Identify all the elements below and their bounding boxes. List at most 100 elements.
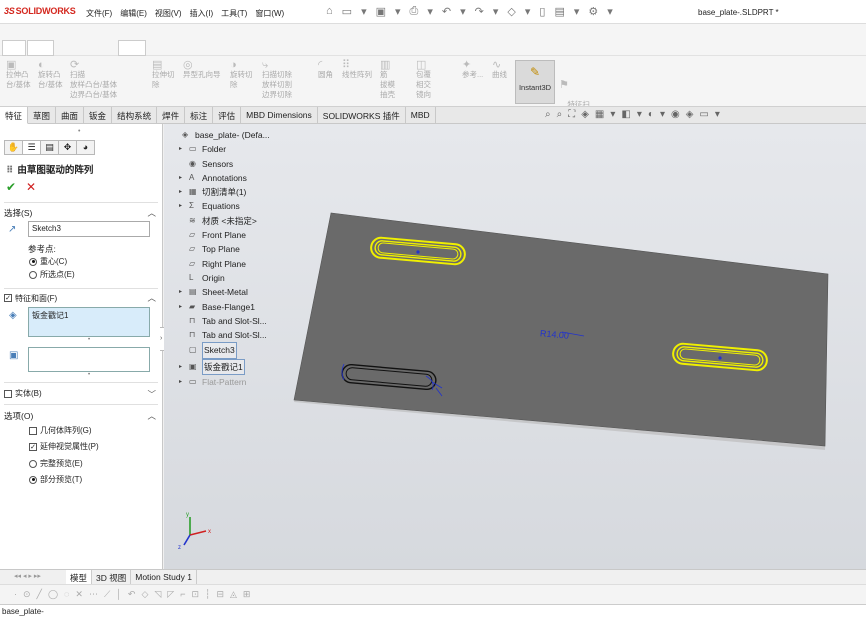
sketch-tool-icon-16[interactable]: ⊟ [216, 589, 224, 600]
tree-item[interactable]: ▸ ▦ 切割清单(1) [172, 185, 270, 199]
menu-item-3[interactable]: 插入(I) [190, 8, 214, 19]
quick-tool-icon-3[interactable]: ▣ [376, 5, 386, 18]
manager-tab-icon-2[interactable]: ▤ [40, 140, 59, 155]
menu-item-0[interactable]: 文件(F) [86, 8, 112, 19]
tree-expand-arrow[interactable]: ▸ [179, 171, 189, 185]
reference-sketch-field[interactable]: Sketch3 [28, 221, 150, 237]
tree-item[interactable]: ≋ 材质 <未指定> [172, 214, 270, 228]
tree-expand-arrow[interactable]: ▸ [179, 360, 189, 374]
tab-3[interactable]: 钣金 [84, 107, 113, 124]
quick-tool-icon-11[interactable]: ◇ [507, 5, 515, 18]
sketch-tool-icon-4[interactable]: ◌ [64, 589, 69, 600]
ref-selected-point-radio[interactable]: 所选点(E) [29, 269, 75, 280]
view-tool-icon-3[interactable]: ◈ [581, 109, 589, 120]
bottom-tab-0[interactable]: 模型 [66, 570, 93, 584]
cancel-button[interactable]: ✕ [26, 180, 36, 194]
view-tool-icon-4[interactable]: ▦ [595, 109, 604, 120]
flyout-toolbar-3[interactable] [118, 40, 146, 56]
sketch-tool-icon-1[interactable]: ⊙ [23, 589, 31, 600]
quick-tool-icon-16[interactable]: ⚙ [588, 5, 598, 18]
command-button-8[interactable]: ⠿ 线性阵列 [342, 60, 372, 80]
command-button-7[interactable]: ◜ 圆角 [318, 60, 333, 80]
tree-item[interactable]: ▸ ▰ Base-Flange1 [172, 300, 270, 314]
command-button-4[interactable]: ◎ 异型孔向导 [183, 60, 221, 80]
tree-item[interactable]: L Origin [172, 271, 270, 285]
quick-tool-icon-8[interactable]: ▾ [460, 5, 466, 18]
command-button-10[interactable]: ◫ 包覆 相交 镜向 [416, 60, 431, 100]
view-tool-icon-12[interactable]: ▭ [699, 109, 708, 120]
command-button-1[interactable]: ◐ 旋转凸 台/基体 [38, 60, 63, 90]
tree-item[interactable]: ▸ ▤ Sheet-Metal [172, 285, 270, 299]
list-resize-grip[interactable]: • [88, 372, 90, 378]
manager-tab-icon-1[interactable]: ☰ [22, 140, 41, 155]
view-tool-icon-0[interactable]: ⌕ [545, 109, 551, 120]
quick-tool-icon-15[interactable]: ▾ [574, 5, 580, 18]
tree-item[interactable]: ◉ Sensors [172, 157, 270, 171]
menu-item-1[interactable]: 编辑(E) [120, 8, 147, 19]
solidworks-logo[interactable]: 3SSOLIDWORKS [4, 6, 76, 16]
manager-tab-icon-0[interactable]: ✋ [4, 140, 23, 155]
command-button-5[interactable]: ◑ 旋转切 除 [230, 60, 253, 90]
features-faces-list[interactable]: 钣金戳记1 [28, 307, 150, 337]
tab-8[interactable]: MBD Dimensions [241, 107, 318, 124]
quick-tool-icon-6[interactable]: ▾ [427, 5, 433, 18]
instant3d-button[interactable]: ✎ Instant3D [515, 60, 555, 104]
quick-tool-icon-13[interactable]: ▯ [539, 5, 545, 18]
tree-item[interactable]: ▱ Top Plane [172, 242, 270, 256]
quick-tool-icon-9[interactable]: ↷ [475, 5, 484, 18]
tree-item[interactable]: ⊓ Tab and Slot-Sl... [172, 314, 270, 328]
view-tool-icon-7[interactable]: ▾ [637, 109, 642, 120]
view-tool-icon-9[interactable]: ▾ [660, 109, 665, 120]
view-tool-icon-11[interactable]: ◈ [686, 109, 694, 120]
quick-tool-icon-2[interactable]: ▾ [361, 5, 367, 18]
sketch-tool-icon-10[interactable]: ◇ [141, 589, 148, 600]
tree-item[interactable]: ▢ Sketch3 [172, 342, 270, 359]
command-button-2[interactable]: ⟳ 扫描 放样凸台/基体 边界凸台/基体 [70, 60, 117, 100]
view-tool-icon-10[interactable]: ◉ [671, 109, 680, 120]
quick-tool-icon-14[interactable]: ▤ [554, 5, 564, 18]
sketch-tool-icon-12[interactable]: ◸ [167, 589, 174, 600]
tab-0[interactable]: 特征 [0, 107, 29, 124]
sketch-tool-icon-2[interactable]: ╱ [37, 589, 42, 600]
selection-section-header[interactable]: 选择(S) ︿ [4, 207, 158, 219]
partial-preview-radio[interactable]: 部分预览(T) [29, 474, 82, 485]
tab-1[interactable]: 草图 [28, 107, 57, 124]
menu-item-4[interactable]: 工具(T) [221, 8, 247, 19]
sketch-tool-icon-14[interactable]: ⊡ [191, 589, 199, 600]
command-button-9[interactable]: ▥ 筋 拔模 抽壳 [380, 60, 395, 100]
tree-item[interactable]: ⊓ Tab and Slot-Sl... [172, 328, 270, 342]
bodies-section-header[interactable]: 实体(B) ﹀ [4, 388, 158, 400]
options-section-header[interactable]: 选项(O) ︿ [4, 410, 158, 422]
tab-2[interactable]: 曲面 [56, 107, 85, 124]
radio-centroid[interactable] [29, 257, 37, 266]
quick-tool-icon-7[interactable]: ↶ [442, 5, 451, 18]
ok-button[interactable]: ✔ [6, 180, 16, 194]
features-checkbox[interactable]: ✓ [4, 294, 12, 302]
sketch-tool-icon-8[interactable]: │ [116, 589, 122, 600]
propagate-visual-checkbox[interactable]: ✓ 延伸视觉属性(P) [29, 441, 99, 452]
quick-tool-icon-12[interactable]: ▾ [525, 5, 531, 18]
menu-item-2[interactable]: 视图(V) [155, 8, 182, 19]
radio-selected-point[interactable] [29, 270, 37, 279]
bottom-tab-2[interactable]: Motion Study 1 [131, 570, 197, 584]
view-tool-icon-13[interactable]: ▾ [715, 109, 720, 120]
sketch-tool-icon-3[interactable]: ◯ [48, 589, 58, 600]
tree-expand-arrow[interactable]: ▸ [179, 185, 189, 199]
view-tool-icon-6[interactable]: ◧ [621, 109, 630, 120]
tree-expand-arrow[interactable]: ▸ [179, 375, 189, 389]
ref-centroid-radio[interactable]: 重心(C) [29, 256, 67, 267]
tab-10[interactable]: MBD [406, 107, 436, 124]
sketch-tool-icon-15[interactable]: ┆ [205, 589, 210, 600]
command-button-11[interactable]: ✦ 参考... [462, 60, 483, 80]
tree-item[interactable]: ▸ A Annotations [172, 171, 270, 185]
tree-item[interactable]: ▸ Σ Equations [172, 199, 270, 213]
sketch-tool-icon-6[interactable]: ⋯ [89, 589, 98, 600]
sketch-tool-icon-13[interactable]: ⌐ [180, 589, 185, 600]
sketch-tool-icon-5[interactable]: ✕ [75, 589, 83, 600]
tab-9[interactable]: SOLIDWORKS 插件 [318, 107, 406, 124]
sketch-tool-icon-17[interactable]: ◬ [230, 589, 237, 600]
tree-item[interactable]: ▸ ▭ Flat-Pattern [172, 375, 270, 389]
view-tool-icon-8[interactable]: ◐ [648, 109, 654, 120]
quick-tool-icon-10[interactable]: ▾ [493, 5, 499, 18]
quick-tool-icon-5[interactable]: ⎙ [410, 5, 419, 18]
